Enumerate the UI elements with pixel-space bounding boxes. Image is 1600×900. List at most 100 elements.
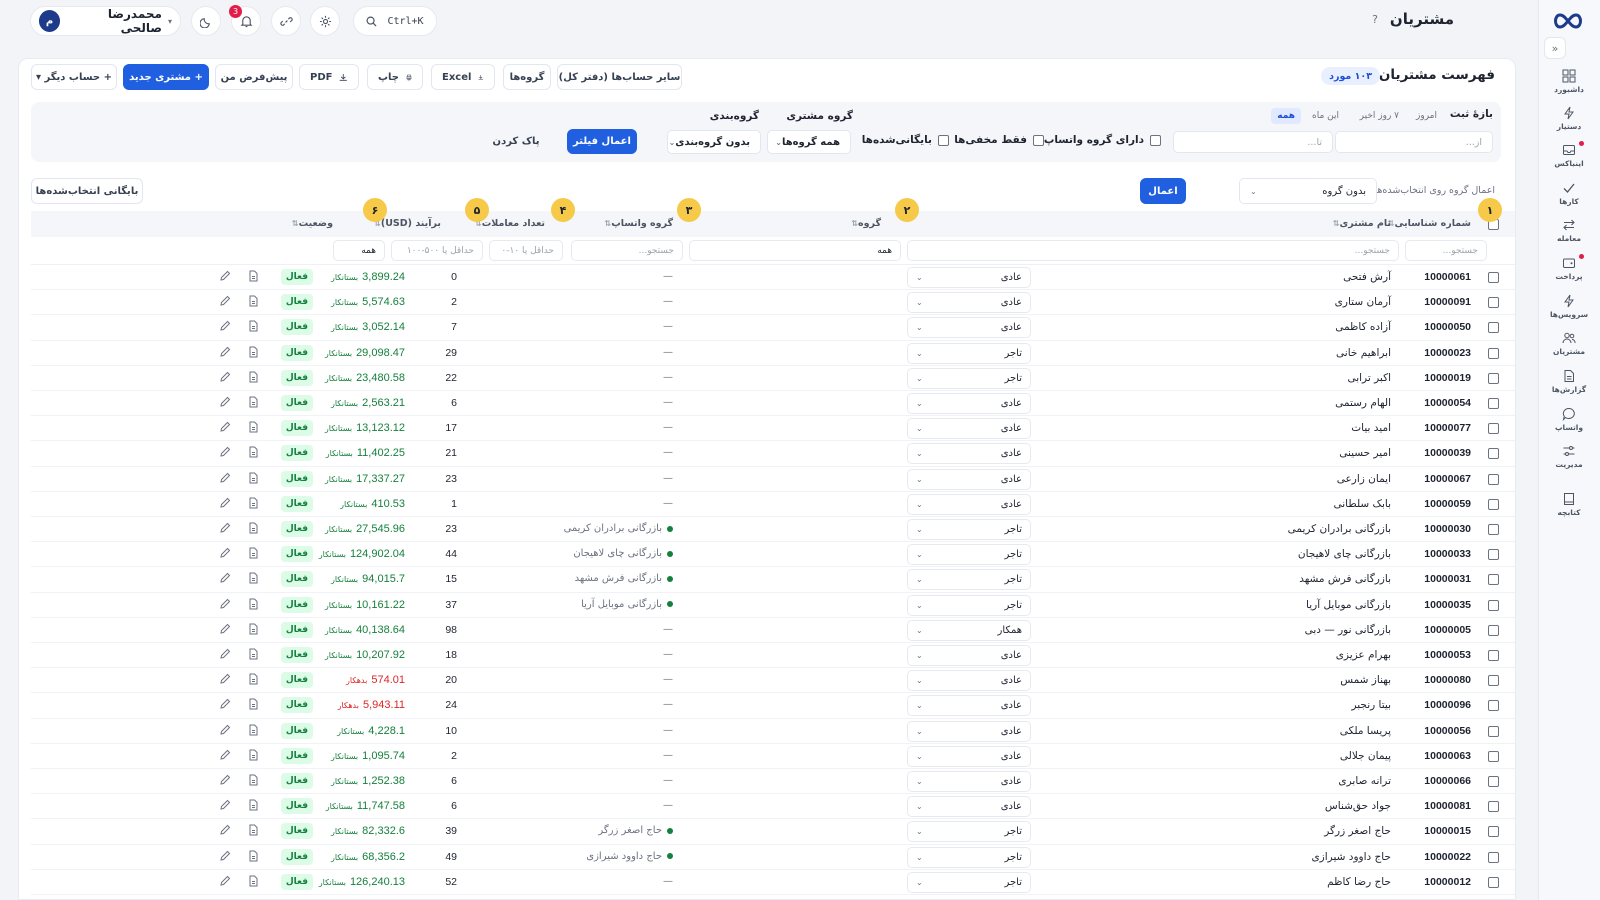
table-row[interactable]: 10000081 جواد حق‌شناس عادی ⌄ — 6 بستانکار 11,74… — [31, 794, 1515, 820]
edit-button[interactable] — [219, 572, 231, 587]
bulk-apply-button[interactable]: اعمال — [1140, 178, 1186, 204]
view-document-button[interactable] — [247, 799, 259, 814]
range-chip-month[interactable]: این ماه — [1306, 108, 1345, 124]
table-row[interactable]: 10000053 بهرام عزیزی عادی ⌄ — 18 بستانکار 10,20… — [31, 643, 1515, 669]
archive-selected-button[interactable]: بایگانی انتخاب‌شده‌ها — [31, 178, 143, 204]
group-select[interactable]: عادی ⌄ — [907, 317, 1031, 339]
view-document-button[interactable] — [247, 623, 259, 638]
header-balance[interactable]: برآیند (USD)⇅ — [372, 218, 441, 229]
customer-name[interactable]: پیمان جلالی — [1340, 750, 1391, 762]
header-status[interactable]: وضعیت⇅ — [290, 218, 333, 229]
edit-button[interactable] — [219, 371, 231, 386]
other-accounts-button[interactable]: سایر حساب‌ها (دفتر کل) — [557, 64, 682, 90]
view-document-button[interactable] — [247, 698, 259, 713]
table-row[interactable]: 10000031 بازرگانی فرش مشهد تاجر ⌄ بازرگانی ف… — [31, 567, 1515, 593]
customer-name[interactable]: بازرگانی موبایل آریا — [1306, 599, 1391, 611]
row-checkbox[interactable] — [1488, 473, 1499, 485]
group-select[interactable]: عادی ⌄ — [907, 695, 1031, 717]
transactions-filter-input[interactable]: حداقل یا ۱۰-۰ — [489, 240, 563, 261]
group-select[interactable]: تاجر ⌄ — [907, 342, 1031, 364]
group-select[interactable]: عادی ⌄ — [907, 771, 1031, 792]
row-checkbox[interactable] — [1488, 448, 1499, 460]
group-select[interactable]: تاجر ⌄ — [907, 594, 1031, 616]
header-id[interactable]: شماره شناسایی⇅ — [1386, 218, 1471, 229]
row-checkbox[interactable] — [1488, 423, 1499, 435]
customer-name[interactable]: بازرگانی چای لاهیجان — [1298, 548, 1391, 560]
customer-name[interactable]: حاج رضا کاظم — [1327, 876, 1391, 888]
group-select[interactable]: عادی ⌄ — [907, 720, 1031, 742]
table-row[interactable]: 10000035 بازرگانی موبایل آریا تاجر ⌄ بازرگان… — [31, 593, 1515, 618]
customer-name[interactable]: بهرام عزیزی — [1336, 649, 1391, 661]
edit-button[interactable] — [219, 875, 231, 890]
my-default-view-button[interactable]: پیش‌فرض من — [215, 64, 293, 90]
name-filter-input[interactable]: جستجو... — [907, 240, 1399, 261]
table-row[interactable]: 10000030 بازرگانی برادران کریمی تاجر ⌄ بازرگ… — [31, 517, 1515, 543]
pdf-export-button[interactable]: PDF — [299, 64, 359, 90]
table-row[interactable]: 10000022 حاج داوود شیرازی تاجر ⌄ حاج داوود ش… — [31, 845, 1515, 870]
app-logo[interactable] — [1546, 6, 1590, 36]
row-checkbox[interactable] — [1488, 322, 1499, 334]
sidebar-item-1[interactable]: دستیار — [1544, 100, 1594, 136]
view-document-button[interactable] — [247, 346, 259, 361]
customer-name[interactable]: پریسا ملکی — [1340, 725, 1391, 737]
view-document-button[interactable] — [247, 850, 259, 865]
table-row[interactable]: 10000056 پریسا ملکی عادی ⌄ — 10 بستانکار 4,228.… — [31, 719, 1515, 744]
balance-filter-input[interactable]: حداقل یا ۵۰۰-۱۰۰ — [391, 240, 483, 261]
group-select[interactable]: تاجر ⌄ — [907, 846, 1031, 868]
table-row[interactable]: 10000091 آرمان ستاری عادی ⌄ — 2 بستانکار 5,574.… — [31, 290, 1515, 316]
bulk-group-select[interactable]: بدون گروه ⌄ — [1239, 178, 1377, 204]
notifications-button[interactable]: 3 — [229, 5, 261, 36]
group-select[interactable]: تاجر ⌄ — [907, 519, 1031, 540]
customer-name[interactable]: بیتا رنجبر — [1351, 699, 1391, 711]
group-select[interactable]: تاجر ⌄ — [907, 821, 1031, 843]
table-row[interactable]: 10000059 بابک سلطانی عادی ⌄ — 1 بستانکار 410.53… — [31, 492, 1515, 517]
table-row[interactable]: 10000039 امیر حسینی عادی ⌄ — 21 بستانکار 11,402… — [31, 441, 1515, 467]
clear-filter-button[interactable]: پاک کردن — [485, 129, 547, 154]
to-date-input[interactable]: تا... — [1173, 131, 1333, 153]
edit-button[interactable] — [219, 522, 231, 537]
edit-button[interactable] — [219, 850, 231, 865]
command-search-button[interactable]: Ctrl+K — [353, 6, 437, 36]
customer-group-select[interactable]: همه گروه‌ها ⌄ — [767, 130, 851, 154]
group-select[interactable]: تاجر ⌄ — [907, 544, 1031, 566]
edit-button[interactable] — [219, 648, 231, 663]
range-chip-7days[interactable]: ۷ روز اخیر — [1354, 108, 1405, 124]
sidebar-item-11[interactable]: کتابچه — [1544, 486, 1594, 522]
new-customer-button[interactable]: + مشتری جدید — [123, 64, 209, 90]
edit-button[interactable] — [219, 724, 231, 739]
table-row[interactable]: 10000080 بهناز شمس عادی ⌄ — 20 بدهکار 574.01 فعا… — [31, 668, 1515, 694]
table-row[interactable]: 10000033 بازرگانی چای لاهیجان تاجر ⌄ بازرگان… — [31, 542, 1515, 568]
sidebar-item-10[interactable]: مدیریت — [1544, 438, 1594, 474]
customer-name[interactable]: امیر حسینی — [1339, 447, 1391, 459]
group-select[interactable]: عادی ⌄ — [907, 393, 1031, 414]
customer-name[interactable]: بازرگانی برادران کریمی — [1288, 523, 1391, 535]
group-select[interactable]: عادی ⌄ — [907, 493, 1031, 515]
row-checkbox[interactable] — [1488, 624, 1499, 636]
row-checkbox[interactable] — [1488, 398, 1499, 409]
sidebar-item-6[interactable]: سرویس‌ها — [1544, 288, 1594, 324]
row-checkbox[interactable] — [1488, 297, 1499, 309]
sidebar-item-2[interactable]: اینباکس — [1544, 137, 1594, 173]
from-date-input[interactable]: از... — [1335, 131, 1493, 153]
customer-name[interactable]: حاج اصغر زرگر — [1324, 825, 1391, 837]
groups-button[interactable]: گروه‌ها — [503, 64, 551, 90]
group-select[interactable]: تاجر ⌄ — [907, 569, 1031, 591]
row-checkbox[interactable] — [1488, 750, 1499, 762]
view-document-button[interactable] — [247, 270, 259, 285]
table-row[interactable]: 10000005 بازرگانی نور — دبی همکار ⌄ — 98 بستان… — [31, 618, 1515, 643]
view-document-button[interactable] — [247, 598, 259, 613]
group-select[interactable]: عادی ⌄ — [907, 468, 1031, 490]
row-checkbox[interactable] — [1488, 826, 1499, 838]
only-hidden-checkbox[interactable]: فقط مخفی‌ها — [954, 134, 1044, 146]
edit-button[interactable] — [219, 774, 231, 789]
table-row[interactable]: 10000061 آرش فتحی عادی ⌄ — 0 بستانکار 3,899.24 ف… — [31, 265, 1515, 291]
other-account-dropdown[interactable]: + حساب دیگر ▾ — [31, 64, 117, 90]
view-document-button[interactable] — [247, 295, 259, 310]
header-group[interactable]: گروه⇅ — [849, 218, 881, 229]
grouping-select[interactable]: بدون گروه‌بندی ⌄ — [667, 130, 761, 154]
group-select[interactable]: عادی ⌄ — [907, 267, 1031, 288]
view-document-button[interactable] — [247, 774, 259, 789]
row-checkbox[interactable] — [1488, 347, 1499, 359]
excel-export-button[interactable]: Excel — [431, 64, 495, 90]
checkbox-box[interactable] — [1150, 134, 1161, 146]
